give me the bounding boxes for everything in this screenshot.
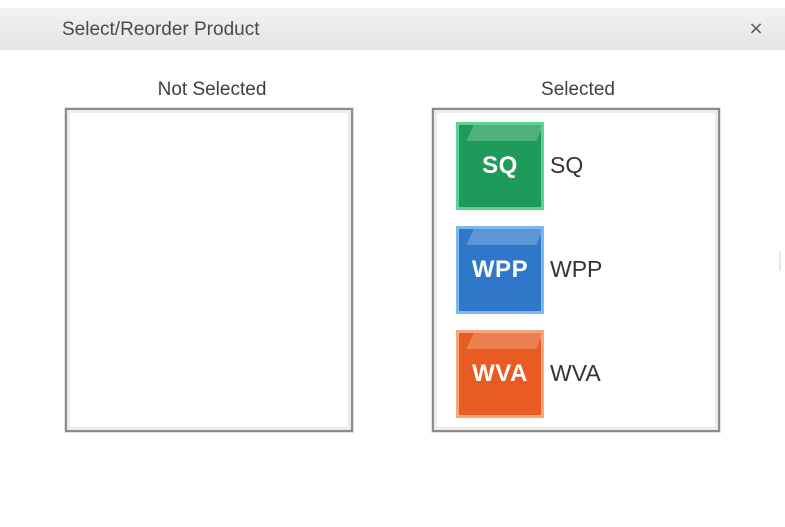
wpp-tile-text: WPP (471, 256, 529, 283)
wva-tile-text: WVA (472, 360, 528, 387)
wva-item-label: WVA (550, 360, 601, 386)
sq-item-label: SQ (550, 152, 584, 178)
selected-item-sq[interactable]: SQ SQ (456, 122, 602, 226)
not-selected-list[interactable] (65, 108, 353, 432)
wpp-item-label: WPP (550, 256, 603, 282)
selected-list[interactable]: SQ SQ WPP WPP WVA WVA (432, 108, 720, 432)
selected-items: SQ SQ WPP WPP WVA WVA (456, 122, 602, 434)
selected-item-wpp[interactable]: WPP WPP (456, 226, 602, 330)
sq-product-icon: SQ (456, 122, 544, 210)
sq-tile-text: SQ (482, 152, 518, 179)
selected-label: Selected (541, 79, 615, 100)
select-reorder-product-dialog: Select/Reorder Product × Not Selected Se… (0, 0, 785, 527)
close-icon[interactable]: × (745, 18, 767, 40)
wva-product-icon: WVA (456, 330, 544, 418)
dialog-titlebar: Select/Reorder Product × (0, 8, 785, 50)
selected-item-wva[interactable]: WVA WVA (456, 330, 602, 434)
wpp-product-icon: WPP (456, 226, 544, 314)
not-selected-label: Not Selected (157, 79, 267, 100)
dialog-title: Select/Reorder Product (62, 19, 260, 40)
edge-divider (779, 251, 781, 271)
